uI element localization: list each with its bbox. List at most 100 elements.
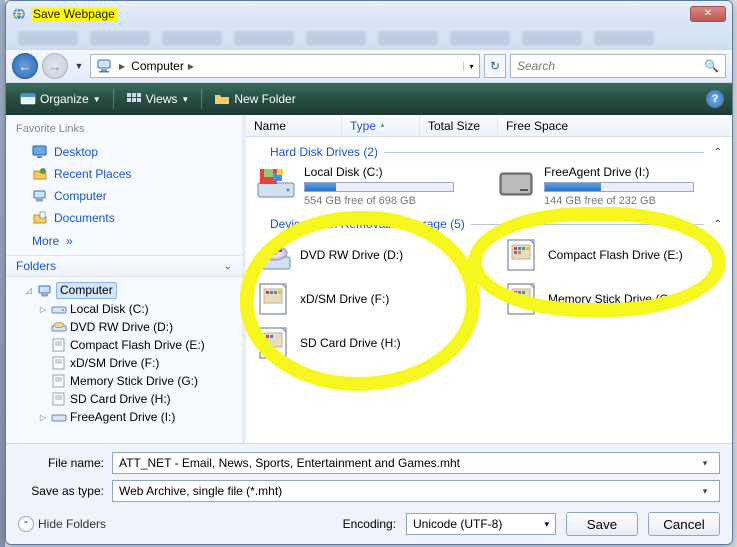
computer-icon [95,56,115,76]
help-button[interactable]: ? [706,90,724,108]
card-drive-icon [51,355,67,371]
device-sd[interactable]: SD Card Drive (H:) [256,325,474,361]
device-label: xD/SM Drive (F:) [300,292,389,306]
hide-folders-button[interactable]: ⌃Hide Folders [18,516,106,532]
favorite-links-header: Favorite Links [16,123,232,135]
fav-recent[interactable]: Recent Places [16,163,232,185]
folders-section-header[interactable]: Folders⌄ [6,255,242,277]
breadcrumb-dropdown[interactable]: ▾ [463,62,479,71]
new-folder-button[interactable]: New Folder [208,89,301,109]
column-headers: Name Type▲ Total Size Free Space [246,115,732,137]
card-icon [256,325,292,361]
titlebar[interactable]: Save Webpage ✕ [6,1,732,27]
saveastype-select[interactable]: Web Archive, single file (*.mht)▾ [112,480,720,502]
dvd-drive-icon: DVD [256,237,292,273]
back-button[interactable]: ← [12,53,38,79]
close-button[interactable]: ✕ [690,6,726,22]
card-icon [504,237,540,273]
tree-item[interactable]: Compact Flash Drive (E:) [10,336,236,354]
saveastype-label: Save as type: [18,484,104,498]
drive-i[interactable]: FreeAgent Drive (I:) 144 GB free of 232 … [496,165,706,207]
dropdown-icon[interactable]: ▾ [544,519,549,530]
tree-item[interactable]: DVD RW Drive (D:) [10,318,236,336]
window-title: Save Webpage [31,7,117,21]
encoding-select[interactable]: Unicode (UTF-8)▾ [406,513,556,535]
drive-c[interactable]: Local Disk (C:) 554 GB free of 698 GB [256,165,466,207]
external-hdd-icon [496,165,536,201]
fav-more[interactable]: More » [16,229,232,253]
dropdown-icon[interactable]: ▾ [697,458,713,469]
documents-icon [32,210,48,226]
tree-item[interactable]: SD Card Drive (H:) [10,390,236,408]
fav-computer[interactable]: Computer [16,185,232,207]
device-dvd[interactable]: DVD DVD RW Drive (D:) [256,237,474,273]
toolbar: Organize▼ Views▼ New Folder ? [6,83,732,115]
organize-button[interactable]: Organize▼ [14,89,107,109]
tree-item[interactable]: Memory Stick Drive (G:) [10,372,236,390]
breadcrumb[interactable]: ▶ Computer▶ ▾ [90,54,480,78]
device-label: SD Card Drive (H:) [300,336,401,350]
cancel-button[interactable]: Cancel [648,512,720,536]
views-icon [126,91,142,107]
card-drive-icon [51,373,67,389]
device-xd[interactable]: xD/SM Drive (F:) [256,281,474,317]
col-name[interactable]: Name [246,115,342,136]
fav-documents[interactable]: Documents [16,207,232,229]
forward-button[interactable]: → [42,53,68,79]
tree-expand-icon[interactable]: ◿ [24,286,34,295]
col-type[interactable]: Type▲ [342,115,420,136]
views-button[interactable]: Views▼ [120,89,196,109]
tree-label: Local Disk (C:) [70,302,149,316]
tree-label: Compact Flash Drive (E:) [70,338,205,352]
save-dialog: Save Webpage ✕ ← → ▼ ▶ Computer▶ ▾ ↻ Sea… [5,0,733,545]
card-drive-icon [51,337,67,353]
col-free-space[interactable]: Free Space [498,115,732,136]
group-removable[interactable]: Devices with Removable Storage (5)⌃ [270,217,722,231]
dropdown-icon[interactable]: ▾ [697,486,713,497]
folder-icon [214,91,230,107]
tree-label: Computer [56,282,117,299]
device-ms[interactable]: Memory Stick Drive (G:) [504,281,722,317]
filename-input[interactable]: ATT_NET - Email, News, Sports, Entertain… [112,452,720,474]
tree-computer[interactable]: ◿ Computer [10,281,236,300]
encoding-label: Encoding: [343,517,396,531]
drive-icon [51,409,67,425]
dialog-bottom: File name: ATT_NET - Email, News, Sports… [6,443,732,545]
tree-item[interactable]: xD/SM Drive (F:) [10,354,236,372]
recent-icon [32,166,48,182]
device-label: Memory Stick Drive (G:) [548,292,676,306]
navbar: ← → ▼ ▶ Computer▶ ▾ ↻ Search 🔍 [6,49,732,83]
svg-text:DVD: DVD [269,247,280,253]
tree-label: xD/SM Drive (F:) [70,356,159,370]
chevron-up-icon: ⌃ [18,516,34,532]
filename-label: File name: [18,456,104,470]
card-icon [504,281,540,317]
sort-asc-icon: ▲ [379,122,386,129]
search-icon: 🔍 [704,59,719,73]
save-button[interactable]: Save [566,512,638,536]
background-tabs-blur [6,27,732,49]
tree-label: DVD RW Drive (D:) [70,320,173,334]
tree-label: SD Card Drive (H:) [70,392,171,406]
collapse-icon[interactable]: ⌃ [714,219,722,230]
collapse-icon[interactable]: ⌃ [714,147,722,158]
col-total-size[interactable]: Total Size [420,115,498,136]
card-icon [256,281,292,317]
computer-icon [32,188,48,204]
organize-icon [20,91,36,107]
fav-desktop[interactable]: Desktop [16,141,232,163]
chevron-down-icon: ⌄ [224,261,232,272]
device-label: Compact Flash Drive (E:) [548,248,683,262]
tree-label: FreeAgent Drive (I:) [70,410,175,424]
content-pane: Name Type▲ Total Size Free Space Hard Di… [246,115,732,443]
tree-item[interactable]: ▷FreeAgent Drive (I:) [10,408,236,426]
group-hard-disks[interactable]: Hard Disk Drives (2)⌃ [270,145,722,159]
device-cf[interactable]: Compact Flash Drive (E:) [504,237,722,273]
refresh-button[interactable]: ↻ [484,54,506,78]
breadcrumb-computer[interactable]: Computer▶ [125,59,200,73]
navigation-pane: Favorite Links Desktop Recent Places Com… [6,115,242,443]
tree-item[interactable]: ▷Local Disk (C:) [10,300,236,318]
history-dropdown[interactable]: ▼ [72,55,86,77]
capacity-bar [544,182,694,192]
search-input[interactable]: Search 🔍 [510,54,726,78]
